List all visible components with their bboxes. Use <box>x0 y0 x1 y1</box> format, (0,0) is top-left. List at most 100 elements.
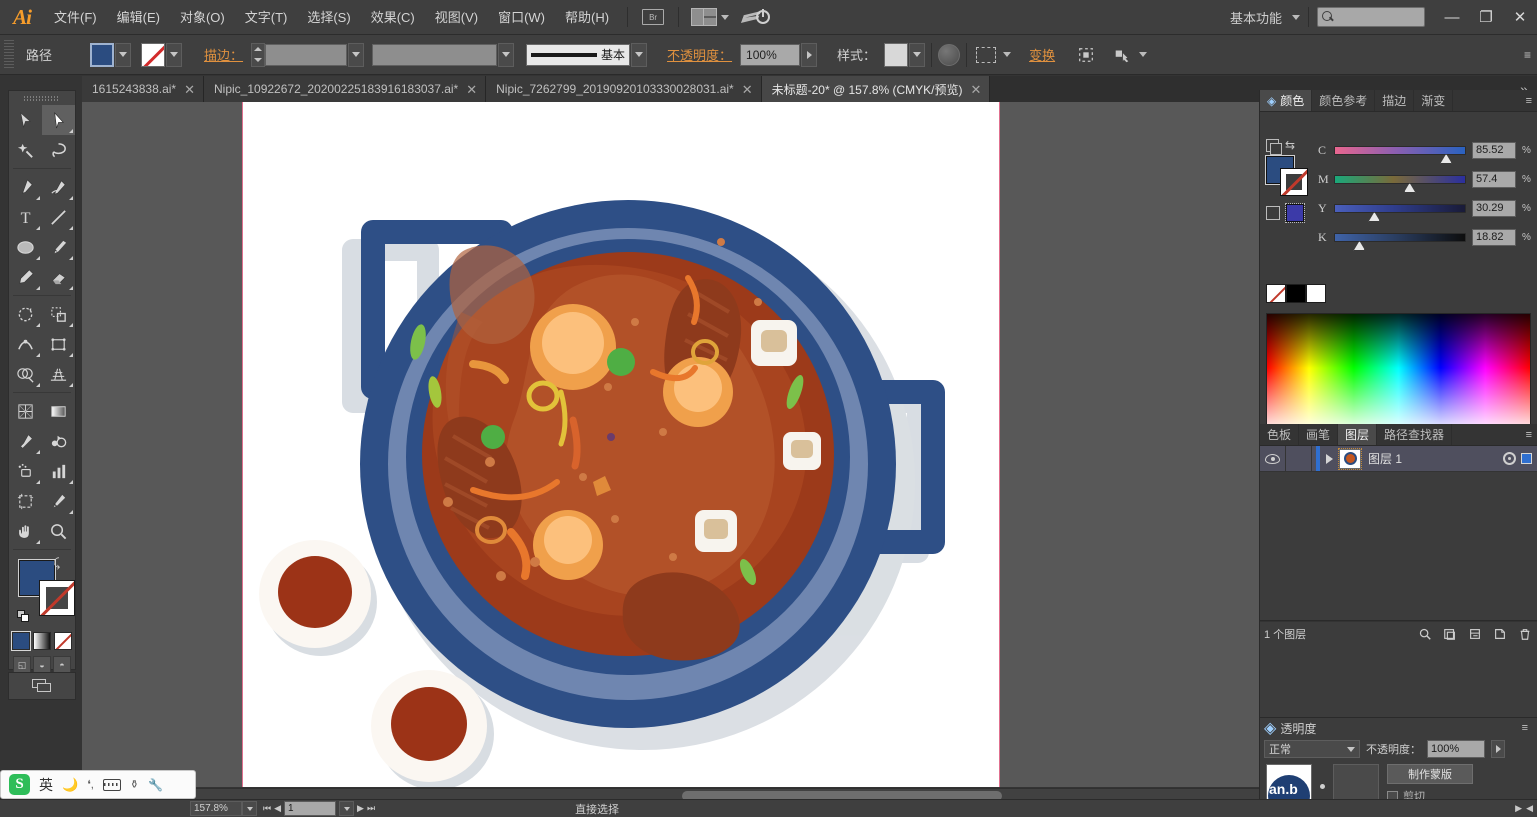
align-objects-icon[interactable] <box>1073 43 1099 67</box>
new-sublayer-icon[interactable] <box>1467 626 1483 642</box>
value-input-y[interactable]: 30.29 <box>1472 200 1516 217</box>
default-fill-stroke-icon[interactable] <box>17 610 31 624</box>
tab-color[interactable]: ◈ 颜色 <box>1260 90 1313 111</box>
swap-colors-icon[interactable]: ⇆ <box>1285 138 1295 152</box>
tab-pathfinder[interactable]: 路径查找器 <box>1377 424 1453 445</box>
tab-stroke[interactable]: 描边 <box>1375 90 1415 111</box>
canvas-area[interactable] <box>82 102 1259 787</box>
zoom-tool[interactable] <box>42 516 75 546</box>
direct-selection-tool[interactable] <box>42 105 75 135</box>
zoom-dropdown[interactable] <box>242 801 257 816</box>
value-input-k[interactable]: 18.82 <box>1472 229 1516 246</box>
stroke-swatch-group[interactable] <box>141 42 183 67</box>
eraser-tool[interactable] <box>42 262 75 292</box>
delete-layer-icon[interactable] <box>1517 626 1533 642</box>
slider-track-y[interactable] <box>1334 204 1466 222</box>
value-input-c[interactable]: 85.52 <box>1472 142 1516 159</box>
line-segment-tool[interactable] <box>42 202 75 232</box>
workspace-chevron-icon[interactable] <box>1292 14 1300 20</box>
stroke-weight-stepper[interactable] <box>251 42 266 67</box>
artboard-dropdown[interactable] <box>339 801 355 816</box>
color-panel-menu-icon[interactable]: ≡ <box>1521 90 1537 111</box>
color-fill-stroke-swatches[interactable] <box>1265 155 1310 196</box>
color-mode-icon[interactable] <box>1266 138 1282 155</box>
menu-help[interactable]: 帮助(H) <box>555 0 619 35</box>
tab-gradient[interactable]: 渐变 <box>1414 90 1454 111</box>
blend-tool[interactable] <box>42 426 75 456</box>
layer-row[interactable]: 图层 1 <box>1260 446 1537 472</box>
pen-tool[interactable] <box>9 172 42 202</box>
tab-swatches[interactable]: 色板 <box>1260 424 1300 445</box>
value-input-m[interactable]: 57.4 <box>1472 171 1516 188</box>
document-tab-2[interactable]: Nipic_10922672_20200225183916183037.ai* … <box>204 76 487 102</box>
artboard-number-field[interactable]: 1 <box>284 801 337 816</box>
stroke-weight-dropdown[interactable] <box>348 42 365 67</box>
tab-color-guide[interactable]: 颜色参考 <box>1312 90 1376 111</box>
close-button[interactable]: ✕ <box>1503 0 1537 35</box>
blend-mode-dropdown[interactable]: 正常 <box>1264 740 1360 758</box>
slider-knob-m[interactable] <box>1403 183 1416 193</box>
bridge-button[interactable]: Br <box>639 6 667 28</box>
color-spectrum-ramp[interactable] <box>1266 313 1531 435</box>
opacity-mask-button[interactable] <box>938 43 961 66</box>
tools-panel-grip[interactable] <box>9 91 75 105</box>
curvature-tool[interactable] <box>42 172 75 202</box>
menu-type[interactable]: 文字(T) <box>235 0 298 35</box>
stroke-weight-label[interactable]: 描边： <box>196 45 251 64</box>
make-mask-button[interactable]: 制作蒙版 <box>1387 764 1473 784</box>
prev-artboard-icon[interactable]: ◀ <box>274 803 281 814</box>
color-stroke-swatch[interactable] <box>1280 168 1308 196</box>
magic-wand-tool[interactable] <box>9 135 42 165</box>
moon-icon[interactable]: 🌙 <box>62 777 78 793</box>
arrange-documents-button[interactable] <box>690 6 730 28</box>
color-mode-button[interactable] <box>11 631 31 651</box>
isolate-chevron-icon[interactable] <box>1003 52 1012 57</box>
type-tool[interactable]: T <box>9 202 42 232</box>
creative-cloud-button[interactable] <box>736 6 776 28</box>
transform-label[interactable]: 变换 <box>1021 45 1063 64</box>
slice-tool[interactable] <box>42 486 75 516</box>
stroke-weight-field[interactable] <box>265 43 348 66</box>
swap-fill-stroke-icon[interactable]: ⤹ <box>53 556 67 570</box>
scale-tool[interactable] <box>42 299 75 329</box>
menu-object[interactable]: 对象(O) <box>170 0 235 35</box>
transparency-opacity-field[interactable]: 100% <box>1427 740 1485 758</box>
graphic-style-dropdown[interactable] <box>909 42 926 67</box>
sogou-logo-icon[interactable]: S <box>9 774 30 795</box>
workspace-switcher[interactable]: 基本功能 <box>1224 8 1288 27</box>
document-tab-3[interactable]: Nipic_7262799_20190920103330028031.ai* ✕ <box>486 76 762 102</box>
screen-mode-button[interactable] <box>8 672 76 700</box>
menu-edit[interactable]: 编辑(E) <box>107 0 170 35</box>
slider-track-c[interactable] <box>1334 146 1466 164</box>
minimize-button[interactable]: — <box>1435 0 1469 35</box>
slider-track-m[interactable] <box>1334 175 1466 193</box>
next-artboard-icon[interactable]: ▶ <box>357 803 364 814</box>
slider-track-k[interactable] <box>1334 233 1466 251</box>
layer-list[interactable]: 图层 1 <box>1260 446 1537 621</box>
menu-window[interactable]: 窗口(W) <box>488 0 555 35</box>
layers-panel-menu-icon[interactable]: ≡ <box>1521 424 1537 445</box>
perspective-grid-tool[interactable] <box>42 359 75 389</box>
tab-brushes[interactable]: 画笔 <box>1299 424 1339 445</box>
comma-icon[interactable]: ❛, <box>87 778 94 791</box>
selection-tool[interactable] <box>9 105 42 135</box>
wrench-icon[interactable]: 🔧 <box>148 778 163 792</box>
layer-name[interactable]: 图层 1 <box>1368 450 1402 467</box>
artboard[interactable] <box>242 102 1000 787</box>
shape-builder-tool[interactable] <box>9 359 42 389</box>
layer-expand-icon[interactable] <box>1326 453 1333 464</box>
swatch-black[interactable] <box>1286 284 1306 303</box>
spot-color-swatch[interactable] <box>1285 203 1305 223</box>
tab-close-icon[interactable]: ✕ <box>971 83 982 96</box>
artboard-tool[interactable] <box>9 486 42 516</box>
gradient-tool[interactable] <box>42 396 75 426</box>
lasso-tool[interactable] <box>42 135 75 165</box>
menu-view[interactable]: 视图(V) <box>425 0 488 35</box>
slider-knob-k[interactable] <box>1353 241 1366 251</box>
transparency-panel-menu-icon[interactable]: ≡ <box>1517 722 1533 734</box>
control-bar-grip[interactable] <box>4 39 14 70</box>
mesh-tool[interactable] <box>9 396 42 426</box>
toolbox-icon[interactable]: ⚱ <box>130 778 139 791</box>
pencil-tool[interactable] <box>9 262 42 292</box>
gradient-mode-button[interactable] <box>33 632 51 650</box>
